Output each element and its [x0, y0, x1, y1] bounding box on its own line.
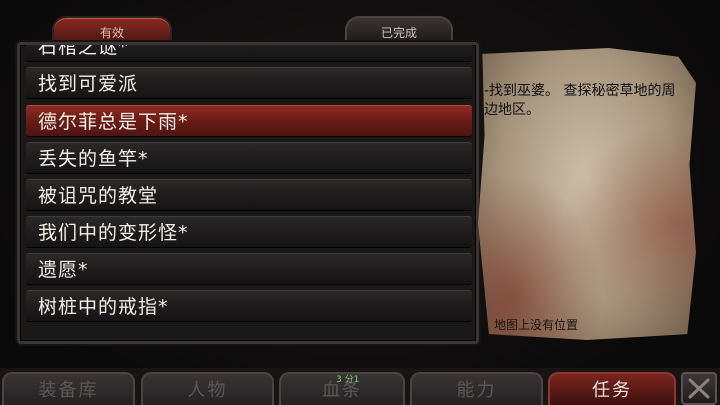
- quest-item[interactable]: 树桩中的戒指*: [26, 290, 472, 322]
- nav-character-button[interactable]: 人物: [141, 372, 274, 405]
- tab-completed-quests[interactable]: 已完成: [345, 16, 453, 44]
- nav-inventory-button[interactable]: 装备库: [2, 372, 135, 405]
- nav-abilities-button[interactable]: 能力: [410, 372, 543, 405]
- close-icon: [688, 378, 710, 399]
- quest-item-selected[interactable]: 德尔菲总是下雨*: [26, 105, 472, 137]
- tab-active-quests[interactable]: 有效: [52, 16, 172, 44]
- quest-item[interactable]: 石棺之谜*: [26, 45, 472, 62]
- quest-description: -找到巫婆。 查探秘密草地的周边地区。: [484, 83, 676, 118]
- close-button[interactable]: [681, 372, 717, 405]
- quest-item[interactable]: 被诅咒的教堂: [26, 179, 472, 211]
- map-location-note: 地图上没有位置: [494, 318, 579, 332]
- bloodline-badge: 3 分1: [336, 375, 360, 385]
- quest-item[interactable]: 我们中的变形怪*: [26, 216, 472, 248]
- quest-item[interactable]: 丢失的鱼竿*: [26, 142, 472, 174]
- quest-item[interactable]: 遗愿*: [26, 253, 472, 285]
- quest-list[interactable]: 石棺之谜* 找到可爱派 德尔菲总是下雨* 丢失的鱼竿* 被诅咒的教堂 我们中的变…: [17, 42, 479, 344]
- quest-item[interactable]: 找到可爱派: [26, 67, 472, 99]
- nav-quests-button[interactable]: 任务: [548, 372, 676, 405]
